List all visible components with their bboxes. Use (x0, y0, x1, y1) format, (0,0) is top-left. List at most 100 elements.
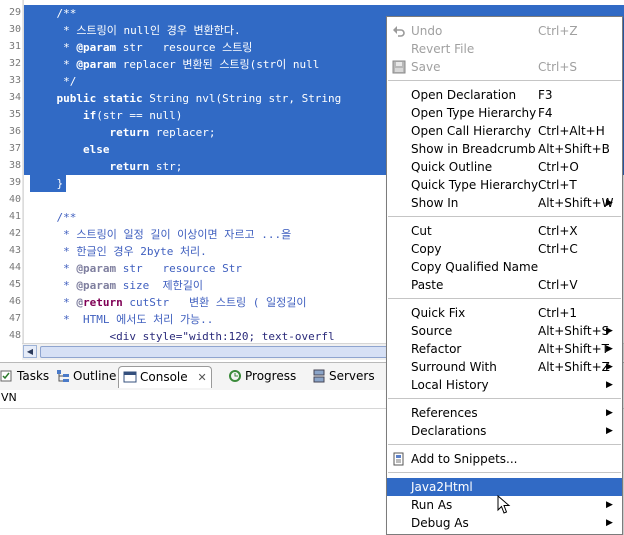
menu-item-label: Cut (411, 224, 432, 238)
progress-icon (228, 369, 242, 383)
menu-separator (388, 398, 621, 399)
tab-servers[interactable]: Servers (312, 366, 375, 387)
submenu-arrow-icon: ▶ (606, 198, 613, 208)
menu-item-shortcut: Alt+Shift+S (538, 324, 610, 338)
submenu-arrow-icon: ▶ (606, 500, 613, 510)
menu-item-copy-qualified-name[interactable]: Copy Qualified Name (387, 258, 622, 276)
console-icon (123, 370, 137, 384)
submenu-arrow-icon: ▶ (606, 362, 613, 372)
menu-item-label: Paste (411, 278, 444, 292)
menu-item-label: Refactor (411, 342, 462, 356)
menu-item-shortcut: Ctrl+S (538, 60, 578, 74)
menu-item-label: References (411, 406, 478, 420)
menu-item-shortcut: Alt+Shift+Z (538, 360, 610, 374)
line-number: 32 (8, 58, 21, 69)
mouse-cursor-icon (497, 495, 511, 514)
menu-item-label: Show in Breadcrumb (411, 142, 536, 156)
close-console-tab-icon[interactable]: ✕ (197, 371, 206, 384)
menu-item-shortcut: Alt+Shift+B (538, 142, 610, 156)
tab-console[interactable]: Console ✕ (118, 366, 212, 388)
menu-item-label: Source (411, 324, 453, 338)
menu-item-refactor[interactable]: Refactor Alt+Shift+T ▶ (387, 340, 622, 358)
menu-item-label: Surround With (411, 360, 497, 374)
submenu-arrow-icon: ▶ (606, 380, 613, 390)
line-number: 29 (8, 7, 21, 18)
submenu-arrow-icon: ▶ (606, 426, 613, 436)
scroll-left-arrow-icon[interactable]: ◀ (23, 345, 37, 358)
menu-item-label: Java2Html (411, 480, 473, 494)
tasks-icon (0, 369, 14, 383)
line-number: 42 (8, 228, 21, 239)
menu-item-label: Local History (411, 378, 489, 392)
menu-item-label: Undo (411, 24, 443, 38)
menu-item-quick-outline[interactable]: Quick Outline Ctrl+O (387, 158, 622, 176)
menu-item-open-type-hierarchy[interactable]: Open Type Hierarchy F4 (387, 104, 622, 122)
menu-separator (388, 298, 621, 299)
menu-item-open-declaration[interactable]: Open Declaration F3 (387, 86, 622, 104)
line-number: 45 (8, 279, 21, 290)
menu-separator (388, 216, 621, 217)
menu-separator (388, 80, 621, 81)
menu-item-surround-with[interactable]: Surround With Alt+Shift+Z ▶ (387, 358, 622, 376)
menu-item-show-in[interactable]: Show In Alt+Shift+W ▶ (387, 194, 622, 212)
tab-tasks[interactable]: Tasks (0, 366, 49, 387)
line-number: 43 (8, 245, 21, 256)
menu-item-add-to-snippets[interactable]: Add to Snippets... (387, 450, 622, 468)
line-number: 33 (8, 75, 21, 86)
menu-item-label: Copy Qualified Name (411, 260, 539, 274)
menu-item-shortcut: Ctrl+V (538, 278, 578, 292)
tab-progress[interactable]: Progress (228, 366, 296, 387)
menu-item-declarations[interactable]: Declarations ▶ (387, 422, 622, 440)
snippet-icon (393, 452, 404, 466)
menu-item-label: Add to Snippets... (411, 452, 518, 466)
line-number-gutter: 29 30 31 32 33 34 35 36 37 38 39 40 41 42 43 44 45 46 47 48 (0, 0, 23, 343)
line-number: 46 (8, 296, 21, 307)
menu-item-shortcut: Ctrl+O (538, 160, 579, 174)
menu-item-label: Run As (411, 498, 453, 512)
line-number: 48 (8, 330, 21, 341)
tab-outline[interactable]: Outline (56, 366, 116, 387)
menu-item-quick-fix[interactable]: Quick Fix Ctrl+1 (387, 304, 622, 322)
menu-item-shortcut: Ctrl+Z (538, 24, 578, 38)
menu-item-shortcut: Ctrl+C (538, 242, 578, 256)
submenu-arrow-icon: ▶ (606, 326, 613, 336)
line-number: 47 (8, 313, 21, 324)
menu-item-cut[interactable]: Cut Ctrl+X (387, 222, 622, 240)
submenu-arrow-icon: ▶ (606, 344, 613, 354)
menu-item-open-call-hierarchy[interactable]: Open Call Hierarchy Ctrl+Alt+H (387, 122, 622, 140)
menu-item-source[interactable]: Source Alt+Shift+S ▶ (387, 322, 622, 340)
menu-item-debug-as[interactable]: Debug As ▶ (387, 514, 622, 532)
line-number: 39 (8, 177, 21, 188)
menu-item-shortcut: Alt+Shift+T (538, 342, 609, 356)
menu-item-label: Revert File (411, 42, 475, 56)
line-number: 36 (8, 126, 21, 137)
console-output-text: VN (1, 391, 17, 404)
line-number: 40 (8, 194, 21, 205)
menu-item-label: Show In (411, 196, 459, 210)
menu-item-shortcut: Alt+Shift+W (538, 196, 614, 210)
context-menu: Undo Ctrl+Z Revert File Save Ctrl+S Open Decl… (386, 16, 623, 535)
menu-item-paste[interactable]: Paste Ctrl+V (387, 276, 622, 294)
menu-item-save: Save Ctrl+S (387, 58, 622, 76)
scrollbar-thumb[interactable] (40, 346, 400, 358)
line-number: 34 (8, 92, 21, 103)
line-number: 44 (8, 262, 21, 273)
menu-item-label: Save (411, 60, 441, 74)
menu-item-local-history[interactable]: Local History ▶ (387, 376, 622, 394)
menu-item-copy[interactable]: Copy Ctrl+C (387, 240, 622, 258)
menu-item-quick-type-hierarchy[interactable]: Quick Type Hierarchy Ctrl+T (387, 176, 622, 194)
menu-item-java2html[interactable]: Java2Html (387, 478, 622, 496)
menu-item-references[interactable]: References ▶ (387, 404, 622, 422)
servers-icon (312, 369, 326, 383)
menu-item-show-in-breadcrumb[interactable]: Show in Breadcrumb Alt+Shift+B (387, 140, 622, 158)
selected-text: } (30, 175, 66, 192)
menu-item-label: Open Type Hierarchy (411, 106, 537, 120)
menu-item-shortcut: Ctrl+X (538, 224, 578, 238)
menu-separator (388, 472, 621, 473)
line-number: 38 (8, 160, 21, 171)
submenu-arrow-icon: ▶ (606, 518, 613, 528)
menu-item-label: Quick Type Hierarchy (411, 178, 539, 192)
line-number: 37 (8, 143, 21, 154)
menu-item-label: Open Call Hierarchy (411, 124, 532, 138)
save-icon (392, 60, 406, 74)
